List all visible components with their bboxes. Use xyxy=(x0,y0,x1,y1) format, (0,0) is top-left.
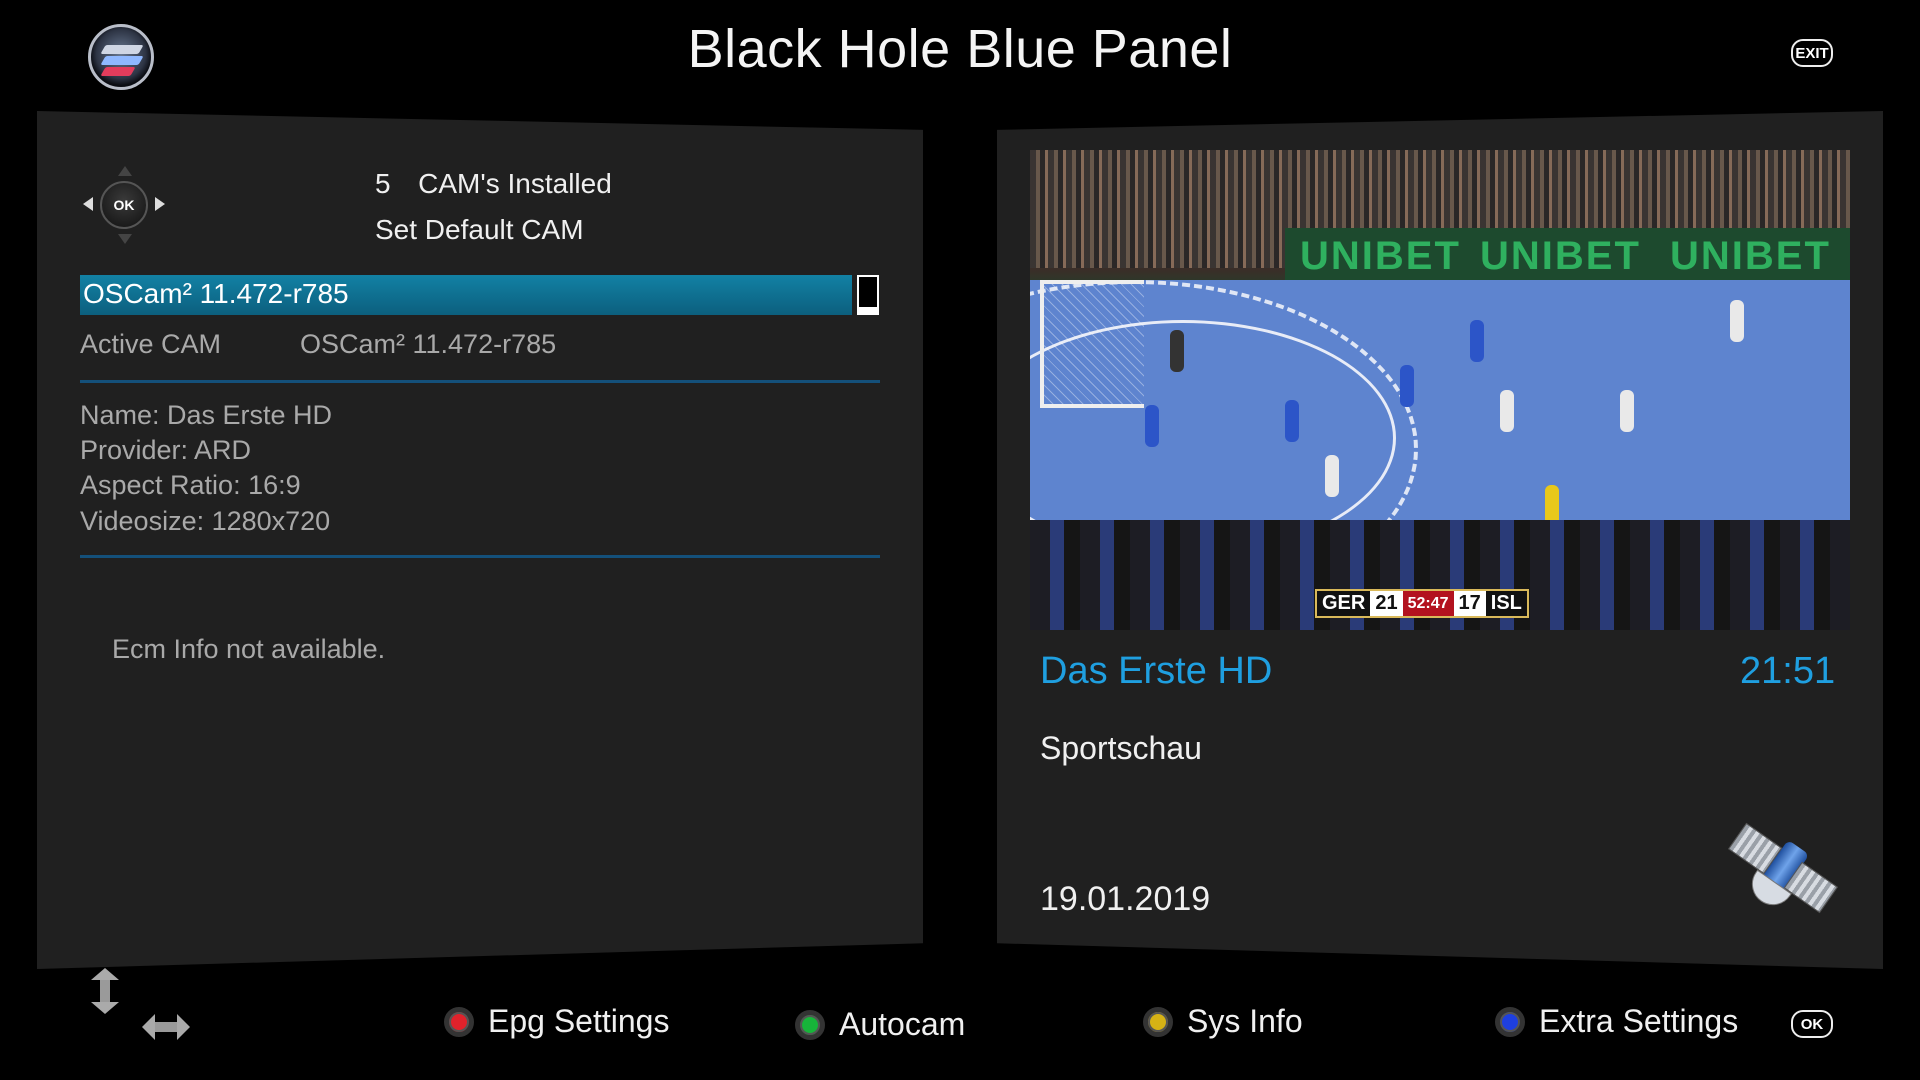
ok-button[interactable]: OK xyxy=(1791,1010,1833,1038)
channel-info-provider: Provider: ARD xyxy=(80,435,252,465)
program-title: Sportschau xyxy=(1040,730,1202,766)
sys-info-label: Sys Info xyxy=(1187,1003,1303,1039)
channel-info-videosize: Videosize: 1280x720 xyxy=(80,506,331,536)
left-right-arrows-icon xyxy=(142,1012,190,1042)
cam-installed-label: CAM's Installed xyxy=(418,168,612,199)
channel-name: Das Erste HD xyxy=(1040,650,1273,692)
red-button-icon xyxy=(444,1006,474,1037)
current-date: 19.01.2019 xyxy=(1040,880,1211,918)
active-cam-value: OSCam² 11.472-r785 xyxy=(300,329,557,359)
yellow-button-icon xyxy=(1143,1006,1173,1037)
channel-info-aspect: Aspect Ratio: 16:9 xyxy=(80,470,301,500)
epg-settings-label: Epg Settings xyxy=(488,1003,670,1039)
extra-settings-label: Extra Settings xyxy=(1539,1003,1739,1039)
cam-count-value: 5 xyxy=(375,168,391,199)
scoreboard: GER 21 52:47 17 ISL xyxy=(1315,589,1529,618)
autocam-label: Autocam xyxy=(839,1006,966,1042)
channel-info-name: Name: Das Erste HD xyxy=(80,400,333,430)
dpad-ok-icon: OK xyxy=(83,166,165,244)
current-time: 21:51 xyxy=(1740,650,1836,692)
up-down-arrows-icon xyxy=(88,968,122,1014)
ecm-info-text: Ecm Info not available. xyxy=(112,634,386,664)
cam-list-scrollbar[interactable] xyxy=(857,275,879,315)
autocam-button[interactable]: Autocam xyxy=(795,1006,965,1043)
cam-list-item-selected[interactable]: OSCam² 11.472-r785 xyxy=(80,275,852,315)
green-button-icon xyxy=(795,1009,825,1040)
divider xyxy=(80,380,880,383)
cam-count-label: 5 CAM's Installed xyxy=(375,168,612,200)
extra-settings-button[interactable]: Extra Settings xyxy=(1495,1003,1738,1040)
page-title: Black Hole Blue Panel xyxy=(687,19,1233,79)
advertising-board: UNIBET UNIBET UNIBET xyxy=(1285,228,1850,288)
active-cam-label: Active CAM xyxy=(80,329,222,359)
blue-button-icon xyxy=(1495,1006,1525,1037)
cam-list-item-label: OSCam² 11.472-r785 xyxy=(83,278,349,309)
set-default-cam-label: Set Default CAM xyxy=(375,214,584,245)
sys-info-button[interactable]: Sys Info xyxy=(1143,1003,1303,1040)
epg-settings-button[interactable]: Epg Settings xyxy=(444,1003,669,1040)
video-preview: UNIBET UNIBET UNIBET xyxy=(1030,150,1850,630)
divider xyxy=(80,555,880,558)
exit-button[interactable]: EXIT xyxy=(1791,39,1833,67)
